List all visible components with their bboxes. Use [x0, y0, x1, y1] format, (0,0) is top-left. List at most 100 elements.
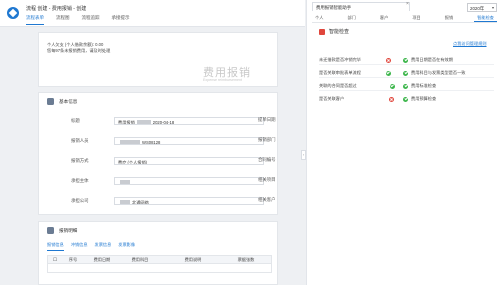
chevron-down-icon: ▾	[491, 5, 494, 10]
tab-project[interactable]: 项目	[409, 14, 423, 22]
pass-icon	[403, 96, 408, 102]
pass-icon	[389, 83, 395, 89]
tab-invoice-info[interactable]: 发票信息	[95, 242, 112, 251]
col-expense-subject: 费用科目	[131, 256, 149, 262]
details-table-header: ☐ 序号 费用日期 费用科目 费用说明 票据张数	[47, 255, 272, 264]
details-tabs: 报销信息 冲销信息 发票信息 发票影像	[47, 242, 135, 251]
field-label-submit-date: 提单日期	[258, 117, 276, 122]
basic-info-section: 基本信息 标题 费用报销 2020-04-18 报销人员 WS08128 报销方式…	[38, 92, 278, 215]
field-label-bearing-company: 承担公司	[71, 198, 89, 203]
pass-icon	[403, 70, 408, 76]
redacted-block	[120, 140, 140, 144]
pass-icon	[385, 70, 391, 76]
field-label-applicant: 报销人员	[71, 138, 89, 143]
smart-check-heading: 智能检查	[329, 29, 350, 35]
check-rule: 费用预算检查	[403, 96, 436, 102]
col-index: 序号	[68, 256, 78, 262]
manage-rules-link[interactable]: 点我访问管理规则	[453, 41, 487, 47]
unreimbursed-notice: 您每97条未报销费用，请及时处理	[47, 48, 111, 53]
basic-info-heading: 基本信息	[59, 98, 78, 104]
breadcrumb: 流程 创建 - 费用报销 - 创建	[26, 6, 87, 12]
basic-info-header: 基本信息	[47, 98, 77, 105]
check-rule: 费用标准检查	[403, 83, 436, 89]
details-section-icon	[47, 227, 54, 234]
details-header: 报销明细	[47, 227, 77, 234]
rule-text: 费用日期是否在有效期	[411, 57, 453, 62]
tab-flowchart[interactable]: 流程图	[56, 15, 70, 25]
bearing-company-value: 北通网络	[132, 199, 149, 205]
pass-icon	[403, 57, 408, 63]
check-rule: 是否关联审批表单流程	[319, 70, 391, 76]
table-row[interactable]	[47, 264, 272, 273]
year-value: 2020年	[470, 5, 485, 11]
rule-text: 是否关联审批表单流程	[319, 70, 361, 75]
field-label-bearing-entity: 承担主体	[71, 178, 89, 183]
col-expense-description: 费用说明	[184, 256, 202, 262]
applicant-id: WS08128	[142, 139, 161, 145]
applicant-input[interactable]: WS08128	[114, 137, 264, 145]
col-expense-date: 费用日期	[93, 256, 111, 262]
smart-check-header: 智能检查	[319, 28, 349, 35]
bearing-company-input[interactable]: 北通网络	[114, 197, 264, 205]
title-input[interactable]: 费用报销 2020-04-18	[114, 117, 264, 125]
reimburse-method-value: 费疗 (个人报销)	[118, 159, 148, 165]
rule-text: 是否关联客户	[319, 96, 345, 101]
rule-text: 费用科目与发票类型是否一致	[411, 70, 466, 75]
field-label-related-project: 相关项目	[258, 177, 276, 182]
tab-writeoff-info[interactable]: 冲销信息	[71, 242, 88, 251]
field-label-title: 标题	[71, 118, 80, 123]
field-label-related-customer: 相关客户	[258, 197, 276, 202]
rule-text: 费用预算检查	[411, 96, 437, 101]
divider	[319, 90, 494, 91]
info-section-icon	[47, 98, 54, 105]
check-rule: 是否关联客户	[319, 96, 395, 102]
process-tabs: 流程表单 流程图 流程追踪 承接提示	[26, 15, 130, 25]
year-select[interactable]: 2020年 ▾	[467, 3, 497, 12]
tab-customer[interactable]: 客户	[377, 14, 391, 22]
tab-department[interactable]: 部门	[344, 14, 358, 22]
details-heading: 报销明细	[59, 227, 78, 233]
bearing-entity-input[interactable]	[114, 177, 264, 185]
expense-details-section: 报销明细 报销信息 冲销信息 发票信息 发票影像 ☐ 序号 费用日期 费用科目 …	[38, 221, 278, 285]
check-section-icon	[319, 28, 325, 35]
field-label-contract-no: 合同编号	[258, 157, 276, 162]
fail-icon	[389, 96, 395, 102]
check-rule: 关联的合同是否超过	[319, 83, 395, 89]
pass-icon	[403, 83, 408, 89]
tab-reimbursement[interactable]: 报销	[442, 14, 456, 22]
select-all-checkbox[interactable]: ☐	[48, 257, 62, 263]
reimburse-method-select[interactable]: 费疗 (个人报销)	[114, 157, 264, 165]
rule-text: 费用标准检查	[411, 83, 437, 88]
tab-smart-check[interactable]: 智能检查	[474, 14, 497, 22]
field-label-reimburse-method: 报销方式	[71, 158, 89, 163]
divider	[319, 77, 494, 78]
tab-process-form[interactable]: 流程表单	[26, 15, 44, 25]
assistant-tabs: 个人 部门 客户 项目 报销 智能检查	[312, 14, 497, 23]
title-value-prefix: 费用报销	[118, 119, 135, 125]
title-value-date: 2020-04-18	[152, 119, 175, 125]
check-rule: 费用科目与发票类型是否一致	[403, 70, 465, 76]
rule-text: 未还借款是否冲销完毕	[319, 57, 361, 62]
fail-icon	[385, 57, 391, 63]
rule-text: 关联的合同是否超过	[319, 83, 357, 88]
logo-diamond	[8, 8, 18, 18]
tab-personal[interactable]: 个人	[312, 14, 326, 22]
app-logo-icon	[7, 7, 19, 19]
assistant-title: 费用报销智能助手	[312, 2, 410, 11]
top-header-bar: 流程 创建 - 费用报销 - 创建 流程表单 流程图 流程追踪 承接提示	[0, 0, 305, 27]
field-label-department: 报销部门	[258, 137, 276, 142]
tab-invoice-images[interactable]: 发票影像	[118, 242, 135, 251]
document-subtitle: Expense reimbursement	[203, 78, 242, 82]
col-receipt-count: 票据张数	[237, 256, 255, 262]
tab-reimburse-info[interactable]: 报销信息	[47, 242, 64, 251]
redacted-block	[136, 120, 151, 124]
tab-handoff-tips[interactable]: 承接提示	[112, 15, 130, 25]
tab-process-trace[interactable]: 流程追踪	[82, 15, 100, 25]
redacted-block	[120, 180, 130, 184]
assistant-panel: 费用报销智能助手 × 2020年 ▾ 个人 部门 客户 项目 报销 智能检查 智…	[306, 0, 500, 285]
redacted-block	[120, 200, 130, 204]
check-rule: 未还借款是否冲销完毕	[319, 57, 391, 63]
divider	[319, 64, 494, 65]
close-icon[interactable]: ×	[406, 1, 409, 7]
check-rule: 费用日期是否在有效期	[403, 57, 453, 63]
